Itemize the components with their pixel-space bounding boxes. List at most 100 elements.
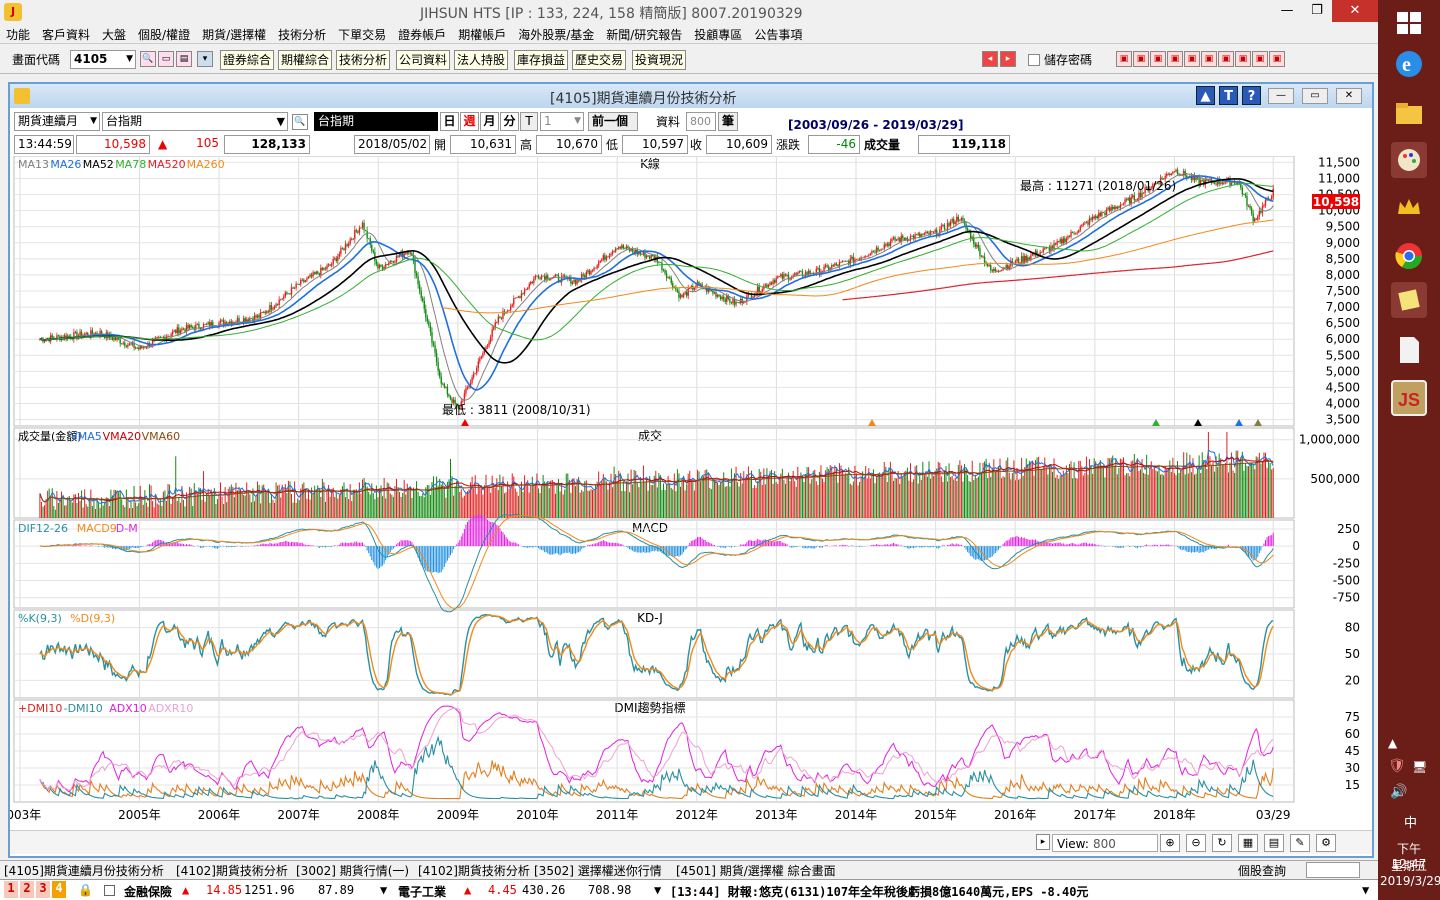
s1-dropdown-icon[interactable]: ▼: [380, 883, 387, 897]
status-checkbox[interactable]: [104, 885, 115, 896]
menu-item[interactable]: 個股/權證: [132, 24, 196, 43]
crown-app-icon[interactable]: [1391, 190, 1427, 226]
cross-icon[interactable]: ▣: [1218, 51, 1234, 67]
toolbar-button[interactable]: 庫存損益: [514, 50, 569, 70]
print-preview-icon[interactable]: ▣: [1150, 51, 1166, 67]
toolbar-button[interactable]: 技術分析: [336, 50, 391, 70]
window-tab[interactable]: [3502] 選擇權迷你行情: [534, 862, 662, 879]
ie-browser-icon[interactable]: e: [1391, 46, 1427, 82]
minimize-button[interactable]: —: [1272, 0, 1302, 22]
unit-button[interactable]: 筆: [718, 112, 738, 131]
product-name-input[interactable]: 台指期 ▼: [102, 112, 288, 131]
help-icon[interactable]: ?: [1242, 86, 1261, 105]
prev-arrow-icon[interactable]: ◂: [982, 51, 998, 67]
chrome-icon[interactable]: [1391, 238, 1427, 274]
print-icon[interactable]: ▤: [176, 51, 192, 67]
prev-button[interactable]: 前一個: [588, 112, 638, 131]
paint-icon[interactable]: [1391, 142, 1427, 178]
network-icon[interactable]: 🖥: [1412, 760, 1427, 774]
t-value-select[interactable]: 1 ▼: [540, 112, 584, 131]
toolbar-button[interactable]: 歷史交易: [572, 50, 627, 70]
zoom-in-icon[interactable]: ⊕: [1160, 834, 1180, 852]
chart-area[interactable]: K線成交 MACD KD-J DMI趨勢指標 2003年 2005年 2006年 2007年 2…: [10, 156, 1372, 830]
window-tab[interactable]: [4102]期貨技術分析: [418, 862, 530, 879]
printer-icon[interactable]: ▣: [1252, 51, 1268, 67]
close-button[interactable]: ✕: [1332, 0, 1378, 22]
settings-icon[interactable]: ⚙: [1316, 834, 1336, 852]
pen-icon[interactable]: ✎: [1290, 834, 1310, 852]
document-icon[interactable]: [1391, 332, 1427, 368]
status-num-3[interactable]: 3: [36, 881, 50, 898]
tray-expand-icon[interactable]: ▲: [1388, 736, 1397, 750]
menu-item[interactable]: 證券帳戶: [392, 24, 452, 43]
s2-dropdown-icon[interactable]: ▼: [654, 883, 661, 897]
dropdown-icon[interactable]: ▾: [197, 51, 213, 67]
search-icon[interactable]: 🔍: [140, 51, 156, 67]
period-button[interactable]: 月: [480, 112, 499, 131]
toolbar-button[interactable]: 投資現況: [632, 50, 687, 70]
y-tick-label: 15: [1345, 778, 1360, 792]
panel-icon[interactable]: ▤: [1264, 834, 1284, 852]
scroll-left-icon[interactable]: ▸: [1036, 834, 1050, 850]
data-count-input[interactable]: 800: [686, 112, 716, 131]
news-ticker[interactable]: [13:44] 財報:悠克(6131)107年全年稅後虧損8億1640萬元,EP…: [670, 883, 1088, 900]
menu-item[interactable]: 投顧專區: [688, 24, 748, 43]
period-button[interactable]: 分: [500, 112, 519, 131]
menu-item[interactable]: 客戶資料: [36, 24, 96, 43]
menu-item[interactable]: 公告事項: [748, 24, 808, 43]
menu-item[interactable]: 大盤: [96, 24, 132, 43]
product-select[interactable]: 期貨連續月 ▼: [14, 112, 100, 131]
period-button[interactable]: 日: [440, 112, 459, 131]
window-tab[interactable]: [3002] 期貨行情(一): [296, 862, 409, 879]
clip-icon[interactable]: ▣: [1235, 51, 1251, 67]
next-arrow-icon[interactable]: ▸: [1000, 51, 1016, 67]
tray-app-icon[interactable]: 🛡: [1388, 758, 1406, 774]
refresh-icon[interactable]: ↻: [1212, 834, 1232, 852]
edit-icon[interactable]: ▣: [1201, 51, 1217, 67]
file-explorer-icon[interactable]: [1391, 96, 1427, 132]
window-icon[interactable]: ▭: [158, 51, 174, 67]
child-restore-button[interactable]: ▭: [1302, 88, 1328, 104]
child-close-button[interactable]: ✕: [1336, 88, 1362, 104]
menu-item[interactable]: 新聞/研究報告: [600, 24, 688, 43]
status-num-4[interactable]: 4: [52, 881, 66, 898]
toolbar-button[interactable]: 法人持股: [454, 50, 509, 70]
ime-lang[interactable]: 中: [1404, 812, 1417, 831]
up-icon[interactable]: ▲: [1196, 86, 1215, 105]
news-dropdown-icon[interactable]: ▼: [1362, 883, 1369, 897]
sticky-notes-icon[interactable]: [1391, 282, 1427, 318]
save-pwd-checkbox[interactable]: [1028, 54, 1040, 66]
menu-item[interactable]: 期權帳戶: [452, 24, 512, 43]
menu-item[interactable]: 期貨/選擇權: [196, 24, 272, 43]
draw-icon[interactable]: ▣: [1116, 51, 1132, 67]
code-input[interactable]: 4105 ▼: [70, 50, 136, 69]
window-tab[interactable]: [4102]期貨技術分析: [176, 862, 288, 879]
windows-start-icon[interactable]: [1391, 4, 1427, 40]
text-icon[interactable]: T: [1219, 86, 1238, 105]
menu-item[interactable]: 下單交易: [332, 24, 392, 43]
restore-button[interactable]: ❐: [1302, 0, 1332, 22]
page-icon[interactable]: ▣: [1269, 51, 1285, 67]
toolbar-button[interactable]: 期權綜合: [278, 50, 333, 70]
window-tab[interactable]: [4501] 期貨/選擇權 綜合畫面: [676, 862, 836, 879]
window-tab[interactable]: [4105]期貨連續月份技術分析: [4, 862, 164, 879]
text-tool-icon[interactable]: ▣: [1184, 51, 1200, 67]
ruler-icon[interactable]: ▣: [1167, 51, 1183, 67]
menu-item[interactable]: 海外股票/基金: [512, 24, 600, 43]
lock-icon[interactable]: 🔒: [78, 883, 93, 897]
product-search-icon[interactable]: 🔍: [292, 114, 308, 130]
zoom-out-icon[interactable]: ⊖: [1186, 834, 1206, 852]
status-num-2[interactable]: 2: [20, 881, 34, 898]
child-minimize-button[interactable]: —: [1268, 88, 1294, 104]
layout-icon[interactable]: ▦: [1238, 834, 1258, 852]
toolbar-button[interactable]: 證券綜合: [220, 50, 275, 70]
grid-icon[interactable]: ▣: [1133, 51, 1149, 67]
period-button[interactable]: 週: [460, 112, 479, 131]
volume-icon[interactable]: 🔊: [1390, 784, 1407, 800]
menu-item[interactable]: 技術分析: [272, 24, 332, 43]
stock-query-input[interactable]: [1306, 862, 1360, 878]
menu-item[interactable]: 功能: [0, 24, 36, 43]
jihsun-app-icon[interactable]: JS: [1391, 380, 1427, 416]
toolbar-button[interactable]: 公司資料: [396, 50, 451, 70]
status-num-1[interactable]: 1: [4, 881, 18, 898]
